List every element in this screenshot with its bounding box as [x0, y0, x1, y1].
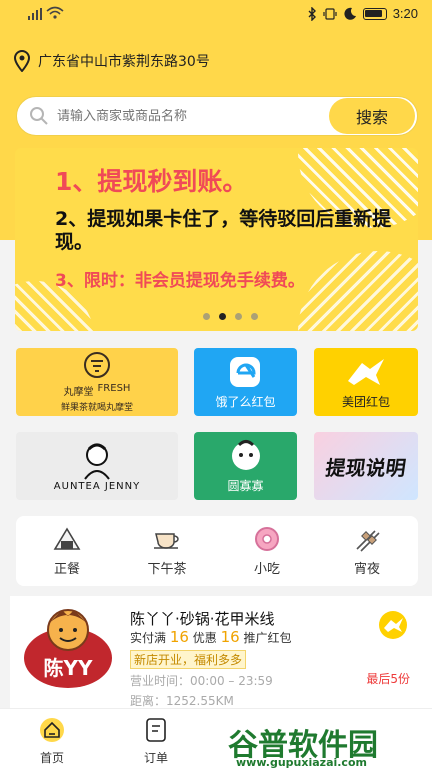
auntea-logo-icon: [84, 443, 110, 480]
banner-line-2: 2、提现如果卡住了，等待驳回后重新提现。: [55, 208, 392, 253]
category-label: 正餐: [53, 562, 80, 577]
banner-pagination: [203, 313, 258, 320]
search-input[interactable]: [57, 108, 329, 124]
location-pin-icon: [14, 50, 30, 72]
banner-line-3: 3、限时：非会员提现免手续费。: [55, 271, 305, 291]
banner-decor-stripes: [298, 251, 418, 331]
status-time: 3:20: [392, 6, 418, 21]
wanmotang-name: 丸摩堂: [63, 387, 94, 398]
meituan-logo-icon: [348, 358, 384, 385]
banner-dot[interactable]: [251, 313, 258, 320]
tab-home[interactable]: 首页: [24, 717, 80, 766]
search-icon: [30, 107, 48, 125]
watermark: 谷普软件园 www.gupuxiazai.com: [228, 720, 424, 768]
promo-label: 推广红包: [243, 631, 292, 645]
signal-icon: [28, 8, 42, 20]
category-label: 宵夜: [353, 562, 380, 577]
category-xiaochi[interactable]: 小吃: [232, 526, 302, 577]
tab-orders[interactable]: 订单: [128, 717, 184, 766]
promo-banner[interactable]: 1、提现秒到账。 2、提现如果卡住了，等待驳回后重新提现。 3、限时：非会员提现…: [15, 148, 418, 331]
location-text: 广东省中山市紫荆东路30号: [38, 54, 210, 70]
banner-dot-active[interactable]: [219, 313, 226, 320]
category-zhengcan[interactable]: 正餐: [32, 526, 102, 577]
discount-amount: 16: [220, 628, 240, 646]
banner-dot[interactable]: [235, 313, 242, 320]
teacup-icon: [154, 533, 179, 549]
moon-icon: [344, 7, 356, 20]
tab-home-label: 首页: [39, 751, 64, 765]
battery-icon: [362, 7, 387, 20]
auntea-label: AUNTEA JENNY: [53, 480, 141, 492]
category-panel: 正餐 下午茶 小吃 宵夜: [16, 516, 418, 586]
bluetooth-icon: [308, 6, 316, 21]
tab-orders-label: 订单: [143, 751, 168, 765]
actual-amount: 16: [169, 628, 189, 646]
eleme-label: 饿了么红包: [215, 394, 276, 409]
banner-line-1: 1、提现秒到账。: [55, 167, 248, 196]
vibrate-icon: [323, 7, 337, 20]
discount-label: 优惠: [192, 631, 217, 645]
shop-logo-image: [24, 609, 112, 688]
category-label: 下午茶: [147, 562, 187, 577]
meituan-label: 美团红包: [341, 394, 390, 409]
shop-promo-line: 实付满 16 优惠 16 推广红包: [130, 628, 292, 646]
location-bar[interactable]: 广东省中山市紫荆东路30号: [14, 50, 210, 72]
wanmotang-logo-icon: [84, 352, 110, 378]
shop-badge: 最后5份: [366, 672, 410, 686]
promo-card-wanmotang[interactable]: 丸摩堂 FRESH 鲜果茶就喝丸摩堂: [16, 348, 178, 416]
status-bar: 3:20: [0, 0, 432, 30]
banner-dot[interactable]: [203, 313, 210, 320]
eleme-logo-icon: [229, 356, 260, 387]
promo-card-meituan[interactable]: 美团红包: [314, 348, 418, 416]
shop-name: 陈丫丫·砂锅·花甲米线: [130, 610, 275, 628]
shop-new-tag: 新店开业，福利多多: [130, 650, 247, 669]
search-button[interactable]: 搜索: [329, 98, 415, 134]
promo-card-auntea[interactable]: AUNTEA JENNY: [16, 432, 178, 500]
skewer-icon: [356, 530, 380, 552]
meituan-badge-icon: [379, 611, 407, 639]
shop-distance: 距离：1252.55KM: [130, 694, 234, 708]
promo-card-eleme[interactable]: 饿了么红包: [194, 348, 297, 416]
yuanguagua-label: 圆寡寡: [227, 478, 264, 493]
actual-prefix: 实付满: [130, 631, 167, 645]
shop-logo: 陈YY: [22, 606, 114, 696]
orders-icon: [146, 718, 166, 742]
wanmotang-caption: 鲜果茶就喝丸摩堂: [60, 403, 133, 413]
home-icon: [40, 718, 64, 742]
status-right: 3:20: [307, 6, 418, 21]
promo-card-yuanguagua[interactable]: 圆寡寡: [194, 432, 297, 500]
shop-list-item[interactable]: 陈YY 陈丫丫·砂锅·花甲米线 实付满 16 优惠 16 推广红包 新店开业，福…: [10, 596, 432, 716]
yuanguagua-logo-icon: [231, 439, 260, 470]
search-bar: 搜索: [16, 96, 418, 136]
category-xiawucha[interactable]: 下午茶: [132, 526, 202, 577]
category-label: 小吃: [253, 562, 280, 577]
watermark-url: www.gupuxiazai.com: [236, 756, 367, 768]
promo-card-withdraw-help[interactable]: 提现说明: [314, 432, 418, 500]
donut-icon: [255, 527, 279, 551]
shop-hours: 营业时间：00:00 – 23:59: [130, 674, 273, 688]
wanmotang-sub: FRESH: [97, 383, 131, 394]
wifi-icon: [46, 6, 64, 19]
shop-logo-text: 陈YY: [43, 656, 93, 680]
category-xiaoye[interactable]: 宵夜: [332, 526, 402, 577]
withdraw-help-label: 提现说明: [324, 455, 408, 480]
riceball-icon: [53, 527, 81, 550]
